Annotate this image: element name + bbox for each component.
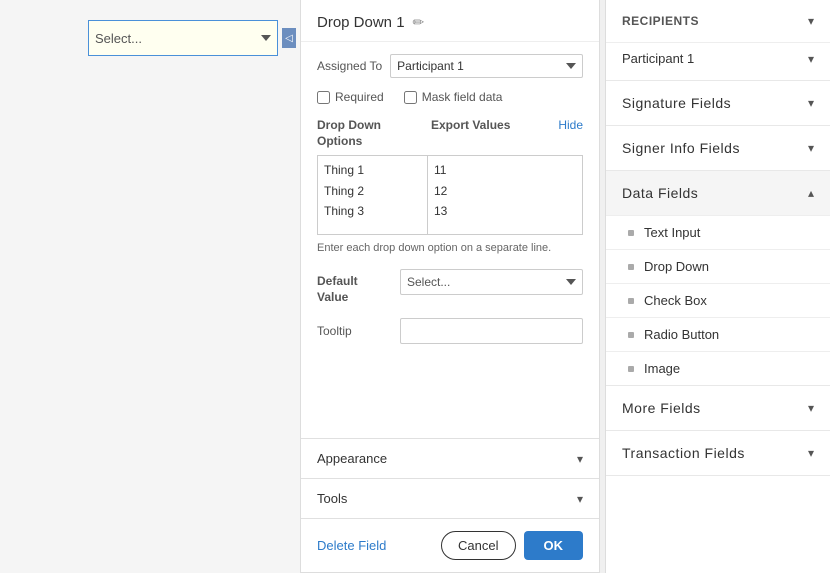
option-name-3: Thing 3 xyxy=(324,201,421,221)
field-item-drop-down[interactable]: Drop Down xyxy=(606,249,830,283)
properties-panel: Drop Down 1 ✏ Assigned To Participant 1 … xyxy=(300,0,600,573)
transaction-fields-chevron-icon: ▾ xyxy=(808,446,814,460)
options-section: Drop Down Options Export Values Hide Thi… xyxy=(317,118,583,257)
signer-info-header[interactable]: Signer Info Fields ▾ xyxy=(606,126,830,170)
signer-info-chevron-icon: ▾ xyxy=(808,141,814,155)
tooltip-row: Tooltip xyxy=(317,318,583,344)
export-header: Export Values Hide xyxy=(427,118,583,132)
participant-name: Participant 1 xyxy=(622,51,694,66)
drop-down-options-label: Drop Down Options xyxy=(317,118,427,149)
field-dot-check-box xyxy=(628,298,634,304)
edit-icon[interactable]: ✏ xyxy=(413,14,425,31)
field-item-name-image: Image xyxy=(644,361,680,376)
appearance-chevron-icon: ▾ xyxy=(577,452,583,466)
options-header: Drop Down Options Export Values Hide xyxy=(317,118,583,149)
option-name-1: Thing 1 xyxy=(324,160,421,180)
delete-field-link[interactable]: Delete Field xyxy=(317,538,386,553)
tooltip-input[interactable] xyxy=(400,318,583,344)
options-values-col: 11 12 13 xyxy=(428,156,582,234)
data-fields-title: Data Fields xyxy=(622,185,698,201)
panel-body: Assigned To Participant 1 Participant 2 … xyxy=(301,42,599,438)
canvas-dropdown-arrow-icon xyxy=(261,35,271,41)
data-fields-chevron-icon: ▴ xyxy=(808,186,814,200)
appearance-section[interactable]: Appearance ▾ xyxy=(301,438,599,478)
hide-link[interactable]: Hide xyxy=(558,118,583,132)
field-dot-radio-button xyxy=(628,332,634,338)
recipients-chevron-icon: ▾ xyxy=(808,14,814,28)
signer-info-section: Signer Info Fields ▾ xyxy=(606,126,830,171)
options-names-col: Thing 1 Thing 2 Thing 3 xyxy=(318,156,428,234)
options-grid: Thing 1 Thing 2 Thing 3 11 12 13 xyxy=(317,155,583,235)
transaction-fields-header[interactable]: Transaction Fields ▾ xyxy=(606,431,830,475)
canvas-resize-handle[interactable] xyxy=(282,28,296,48)
tools-chevron-icon: ▾ xyxy=(577,492,583,506)
field-item-name-text-input: Text Input xyxy=(644,225,700,240)
data-fields-section: Data Fields ▴ Text Input Drop Down Check… xyxy=(606,171,830,386)
more-fields-section: More Fields ▾ xyxy=(606,386,830,431)
field-item-name-check-box: Check Box xyxy=(644,293,707,308)
option-value-1: 11 xyxy=(434,160,576,180)
signer-info-title: Signer Info Fields xyxy=(622,140,740,156)
option-value-2: 12 xyxy=(434,181,576,201)
right-sidebar: RECIPIENTS ▾ Participant 1 ▾ Signature F… xyxy=(605,0,830,573)
field-dot-drop-down xyxy=(628,264,634,270)
data-fields-header[interactable]: Data Fields ▴ xyxy=(606,171,830,215)
panel-footer: Delete Field Cancel OK xyxy=(301,518,599,572)
assigned-to-label: Assigned To xyxy=(317,59,382,73)
tools-label: Tools xyxy=(317,491,347,506)
canvas-dropdown-field[interactable]: Select... xyxy=(88,20,278,56)
option-name-2: Thing 2 xyxy=(324,181,421,201)
more-fields-title: More Fields xyxy=(622,400,701,416)
mask-checkbox-item[interactable]: Mask field data xyxy=(404,90,503,104)
participant-chevron-icon: ▾ xyxy=(808,52,814,66)
more-fields-chevron-icon: ▾ xyxy=(808,401,814,415)
mask-checkbox[interactable] xyxy=(404,91,417,104)
assigned-to-select[interactable]: Participant 1 Participant 2 xyxy=(390,54,583,78)
required-checkbox-item[interactable]: Required xyxy=(317,90,384,104)
participant-row[interactable]: Participant 1 ▾ xyxy=(606,42,830,80)
field-item-image[interactable]: Image xyxy=(606,351,830,385)
field-dot-image xyxy=(628,366,634,372)
recipients-header[interactable]: RECIPIENTS ▾ xyxy=(606,0,830,42)
mask-label: Mask field data xyxy=(422,90,503,104)
default-value-label: Default Value xyxy=(317,269,392,307)
signature-fields-chevron-icon: ▾ xyxy=(808,96,814,110)
signature-fields-section: Signature Fields ▾ xyxy=(606,81,830,126)
field-item-name-radio-button: Radio Button xyxy=(644,327,719,342)
tools-section[interactable]: Tools ▾ xyxy=(301,478,599,518)
required-label: Required xyxy=(335,90,384,104)
signature-fields-title: Signature Fields xyxy=(622,95,731,111)
footer-buttons: Cancel OK xyxy=(441,531,583,560)
ok-button[interactable]: OK xyxy=(524,531,584,560)
default-value-select[interactable]: Select... xyxy=(400,269,583,295)
transaction-fields-section: Transaction Fields ▾ xyxy=(606,431,830,476)
field-item-text-input[interactable]: Text Input xyxy=(606,215,830,249)
recipients-section: RECIPIENTS ▾ Participant 1 ▾ xyxy=(606,0,830,81)
default-value-row: Default Value Select... xyxy=(317,269,583,307)
data-fields-list: Text Input Drop Down Check Box Radio But… xyxy=(606,215,830,385)
panel-header: Drop Down 1 ✏ xyxy=(301,0,599,42)
checkbox-row: Required Mask field data xyxy=(317,90,583,104)
required-checkbox[interactable] xyxy=(317,91,330,104)
more-fields-header[interactable]: More Fields ▾ xyxy=(606,386,830,430)
transaction-fields-title: Transaction Fields xyxy=(622,445,745,461)
field-item-check-box[interactable]: Check Box xyxy=(606,283,830,317)
canvas-dropdown-label: Select... xyxy=(95,31,142,46)
cancel-button[interactable]: Cancel xyxy=(441,531,515,560)
field-item-radio-button[interactable]: Radio Button xyxy=(606,317,830,351)
field-item-name-drop-down: Drop Down xyxy=(644,259,709,274)
export-values-label: Export Values xyxy=(431,118,510,132)
signature-fields-header[interactable]: Signature Fields ▾ xyxy=(606,81,830,125)
assigned-to-row: Assigned To Participant 1 Participant 2 xyxy=(317,54,583,78)
option-value-3: 13 xyxy=(434,201,576,221)
panel-title: Drop Down 1 xyxy=(317,14,405,31)
field-dot-text-input xyxy=(628,230,634,236)
recipients-title: RECIPIENTS xyxy=(622,14,699,28)
appearance-label: Appearance xyxy=(317,451,387,466)
tooltip-label: Tooltip xyxy=(317,324,392,338)
options-hint: Enter each drop down option on a separat… xyxy=(317,241,583,256)
